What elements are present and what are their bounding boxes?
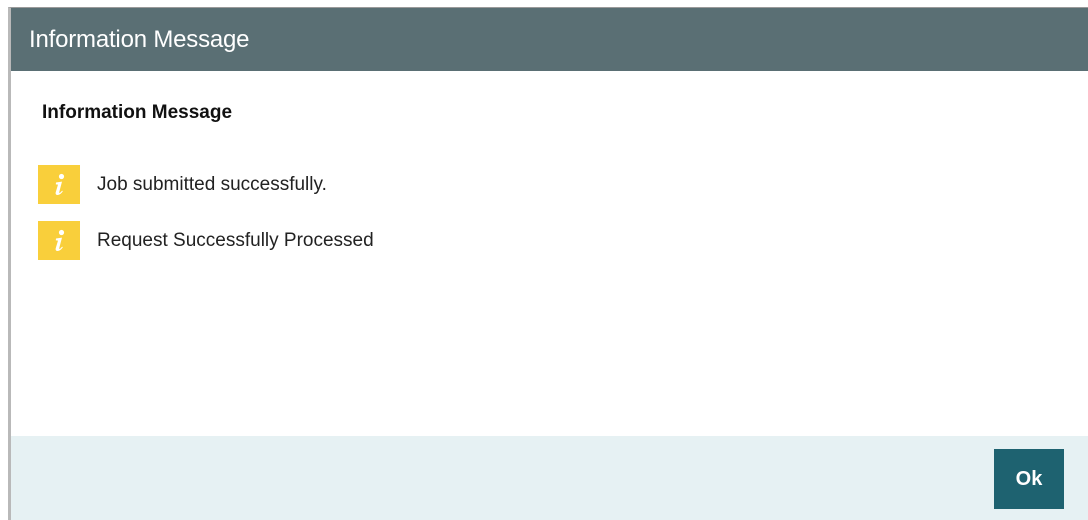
message-text: Job submitted successfully. xyxy=(97,173,327,195)
message-item: Job submitted successfully. xyxy=(38,165,374,204)
dialog-footer: Ok xyxy=(11,436,1088,520)
message-heading: Information Message xyxy=(42,102,233,123)
dialog-title: Information Message xyxy=(29,25,250,53)
dialog-content: Information Message Job submitted succes… xyxy=(11,71,1088,436)
info-icon xyxy=(38,165,80,204)
message-item: Request Successfully Processed xyxy=(38,221,374,260)
information-dialog: Information Message Information Message … xyxy=(8,7,1088,520)
dialog-titlebar: Information Message xyxy=(11,8,1088,71)
message-text: Request Successfully Processed xyxy=(97,229,374,251)
message-list: Job submitted successfully. Request Succ… xyxy=(38,165,374,277)
ok-button[interactable]: Ok xyxy=(994,449,1064,509)
info-icon xyxy=(38,221,80,260)
